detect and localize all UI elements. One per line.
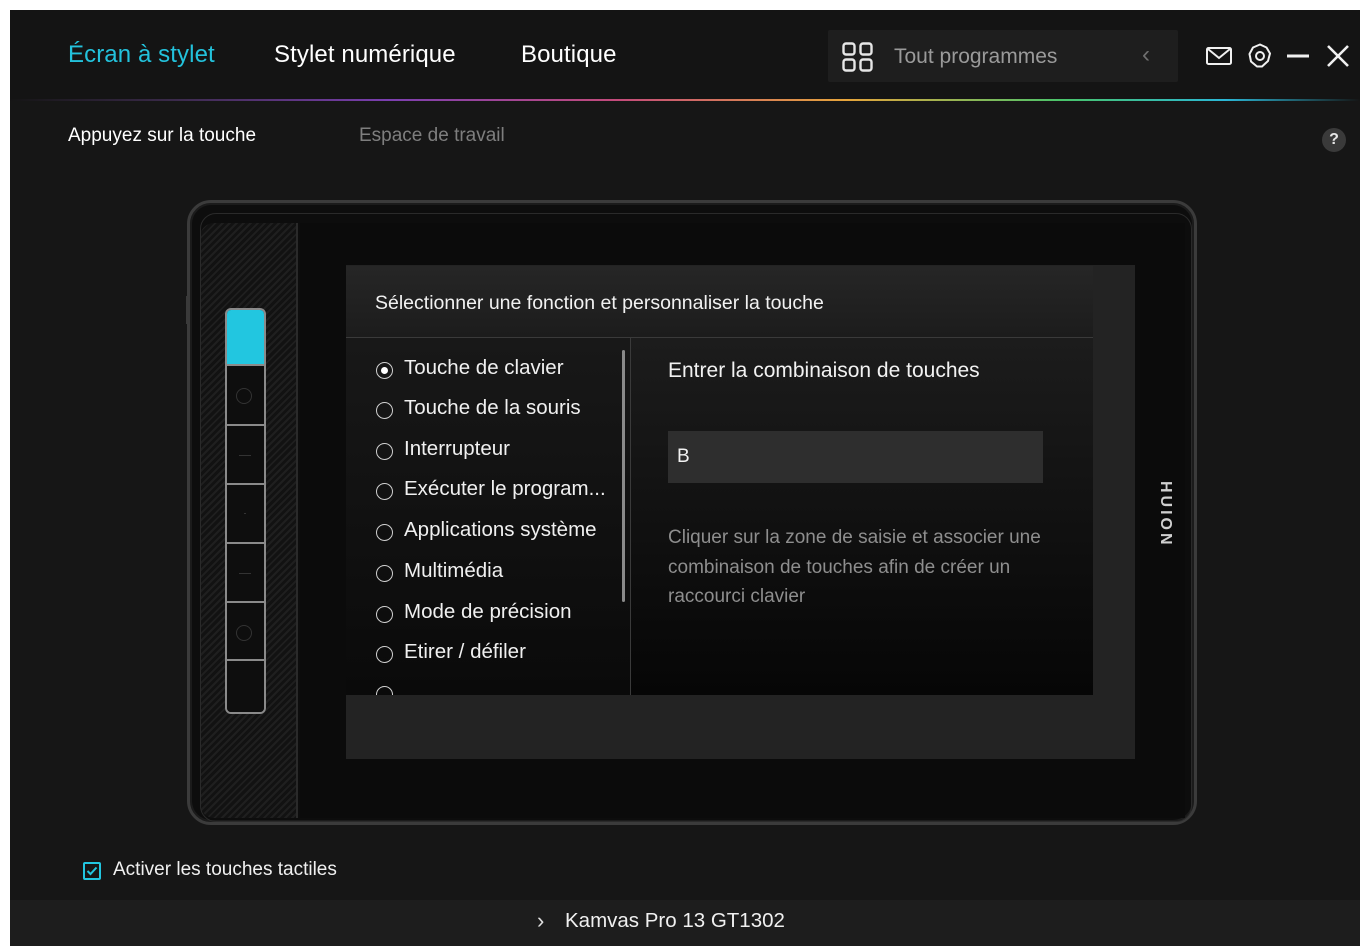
- express-key-7[interactable]: [227, 663, 264, 712]
- dialog-title: Sélectionner une fonction et personnalis…: [375, 292, 824, 314]
- express-key-1[interactable]: [227, 310, 264, 366]
- detail-hint: Cliquer sur la zone de saisie et associe…: [668, 527, 1041, 607]
- function-label: Interrupteur: [404, 437, 510, 460]
- function-label: Etirer / défiler: [404, 640, 526, 663]
- app-window: Écran à stylet Stylet numérique Boutique…: [10, 10, 1360, 946]
- function-label: Applications système: [404, 518, 597, 541]
- key-line-mark: [239, 573, 251, 574]
- function-list: Touche de clavier Touche de la souris In…: [346, 338, 630, 695]
- key-combination-input[interactable]: [668, 431, 1043, 483]
- close-icon[interactable]: [1324, 42, 1352, 70]
- device-footer: › Kamvas Pro 13 GT1302: [10, 900, 1360, 946]
- radio[interactable]: [376, 606, 393, 623]
- subtab-press-key[interactable]: Appuyez sur la touche: [68, 125, 256, 147]
- brand-logo: HUION: [1157, 480, 1174, 548]
- key-function-dialog: Sélectionner une fonction et personnalis…: [346, 266, 1093, 695]
- function-label: Mode de précision: [404, 600, 572, 623]
- tab-store[interactable]: Boutique: [521, 41, 617, 69]
- chevron-left-icon[interactable]: ‹: [1142, 41, 1150, 69]
- function-detail-panel: Entrer la combinaison de touches Cliquer…: [631, 338, 1093, 695]
- program-selector-label: Tout programmes: [894, 45, 1058, 68]
- radio[interactable]: [376, 686, 393, 695]
- radio[interactable]: [376, 524, 393, 541]
- enable-touch-label: Activer les touches tactiles: [113, 859, 337, 880]
- radio[interactable]: [376, 565, 393, 582]
- key-dot-mark: [244, 513, 246, 514]
- header-bar: Écran à stylet Stylet numérique Boutique…: [10, 10, 1360, 99]
- tablet-side-button: [186, 296, 190, 324]
- checkbox-checked[interactable]: [83, 862, 101, 880]
- list-scrollbar[interactable]: [622, 350, 625, 602]
- radio-selected[interactable]: [376, 362, 393, 379]
- tab-pen-display[interactable]: Écran à stylet: [68, 41, 215, 69]
- function-label: Touche de clavier: [404, 356, 564, 379]
- subtab-workspace[interactable]: Espace de travail: [359, 125, 505, 147]
- mail-icon[interactable]: [1205, 42, 1233, 70]
- tab-digital-pen[interactable]: Stylet numérique: [274, 41, 456, 69]
- radio[interactable]: [376, 443, 393, 460]
- chevron-right-icon[interactable]: ›: [537, 908, 544, 934]
- key-circle-mark: [236, 625, 252, 641]
- express-key-4[interactable]: [227, 487, 264, 544]
- radio[interactable]: [376, 646, 393, 663]
- function-label: Exécuter le program...: [404, 477, 606, 500]
- device-name[interactable]: Kamvas Pro 13 GT1302: [565, 909, 785, 933]
- key-line-mark: [239, 455, 251, 456]
- express-key-6[interactable]: [227, 605, 264, 661]
- key-circle-mark: [236, 388, 252, 404]
- express-key-2[interactable]: [227, 368, 264, 426]
- function-label: Multimédia: [404, 559, 504, 582]
- radio[interactable]: [376, 402, 393, 419]
- header-divider: [10, 99, 1360, 101]
- express-key-5[interactable]: [227, 546, 264, 603]
- minimize-icon[interactable]: [1284, 42, 1312, 70]
- grid-icon: [842, 42, 873, 72]
- check-icon: [86, 866, 98, 876]
- express-key-3[interactable]: [227, 428, 264, 485]
- detail-heading: Entrer la combinaison de touches: [668, 359, 980, 382]
- dialog-header: Sélectionner une fonction et personnalis…: [346, 266, 1093, 338]
- help-icon[interactable]: ?: [1322, 128, 1346, 152]
- settings-icon[interactable]: [1246, 42, 1274, 70]
- function-label: Touche de la souris: [404, 396, 581, 419]
- program-selector[interactable]: Tout programmes ‹: [828, 30, 1178, 82]
- radio[interactable]: [376, 483, 393, 500]
